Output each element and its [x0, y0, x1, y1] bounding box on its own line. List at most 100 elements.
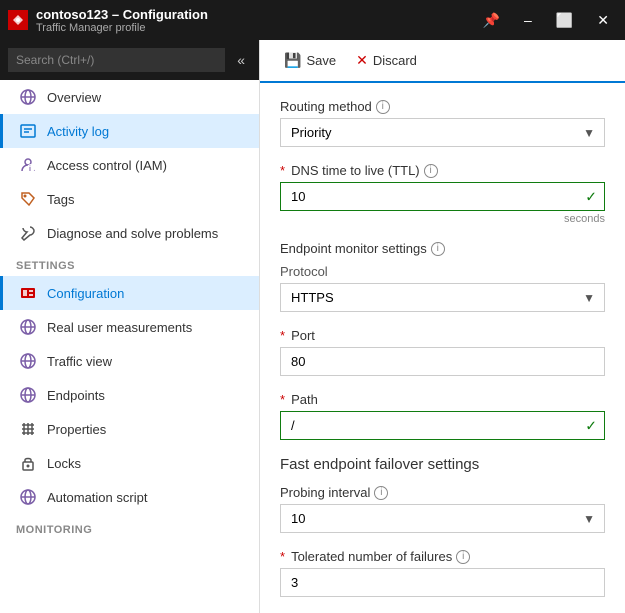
save-button[interactable]: 💾 Save — [276, 48, 344, 73]
configuration-label: Configuration — [47, 286, 124, 301]
path-label: Path — [291, 392, 318, 407]
save-icon: 💾 — [284, 52, 301, 69]
endpoint-monitor-label-row: Endpoint monitor settings i — [280, 241, 605, 256]
minimize-button[interactable]: – — [516, 8, 540, 33]
probing-interval-group: Probing interval i 10 30 ▼ — [280, 485, 605, 533]
discard-button[interactable]: ✕ Discard — [348, 48, 425, 73]
discard-icon: ✕ — [356, 52, 368, 69]
endpoint-monitor-group: Endpoint monitor settings i Protocol HTT… — [280, 241, 605, 312]
traffic-view-label: Traffic view — [47, 354, 112, 369]
sidebar-item-activity-log[interactable]: Activity log — [0, 114, 259, 148]
maximize-button[interactable]: ⬜ — [548, 8, 581, 33]
search-area: « — [0, 40, 259, 80]
sidebar-item-diagnose[interactable]: Diagnose and solve problems — [0, 216, 259, 250]
fast-failover-title: Fast endpoint failover settings — [280, 456, 605, 473]
path-required-marker: * — [280, 392, 285, 407]
dns-ttl-required-marker: * — [280, 163, 285, 178]
routing-method-select-wrapper: Priority Weighted Performance Geographic… — [280, 118, 605, 147]
title-bar: contoso123 – Configuration Traffic Manag… — [0, 0, 625, 40]
endpoints-icon — [19, 386, 37, 404]
properties-icon — [19, 420, 37, 438]
sidebar: « Overview — [0, 40, 260, 613]
sidebar-item-endpoints[interactable]: Endpoints — [0, 378, 259, 412]
sidebar-item-overview[interactable]: Overview — [0, 80, 259, 114]
path-input[interactable] — [280, 411, 605, 440]
sidebar-item-automation[interactable]: Automation script — [0, 480, 259, 514]
endpoint-monitor-label: Endpoint monitor settings — [280, 241, 427, 256]
overview-label: Overview — [47, 90, 101, 105]
probing-interval-select-wrapper: 10 30 ▼ — [280, 504, 605, 533]
sidebar-item-properties[interactable]: Properties — [0, 412, 259, 446]
wrench-icon — [19, 224, 37, 242]
automation-icon — [19, 488, 37, 506]
path-label-row: * Path — [280, 392, 605, 407]
sidebar-item-access-control[interactable]: i Access control (IAM) — [0, 148, 259, 182]
path-input-wrapper: ✓ — [280, 411, 605, 440]
locks-label: Locks — [47, 456, 81, 471]
tolerated-failures-required-marker: * — [280, 549, 285, 564]
lock-icon — [19, 454, 37, 472]
config-icon — [19, 284, 37, 302]
properties-label: Properties — [47, 422, 106, 437]
tags-label: Tags — [47, 192, 74, 207]
title-text: contoso123 – Configuration Traffic Manag… — [36, 7, 208, 34]
routing-method-select[interactable]: Priority Weighted Performance Geographic… — [280, 118, 605, 147]
sidebar-item-configuration[interactable]: Configuration — [0, 276, 259, 310]
routing-method-label: Routing method — [280, 99, 372, 114]
collapse-button[interactable]: « — [231, 50, 251, 70]
port-input[interactable] — [280, 347, 605, 376]
tolerated-failures-input[interactable] — [280, 568, 605, 597]
port-label: Port — [291, 328, 315, 343]
sidebar-item-tags[interactable]: Tags — [0, 182, 259, 216]
protocol-group: Protocol HTTP HTTPS TCP ▼ — [280, 264, 605, 312]
path-check-icon: ✓ — [585, 417, 597, 434]
dns-ttl-check-icon: ✓ — [585, 188, 597, 205]
traffic-view-icon — [19, 352, 37, 370]
app-title: contoso123 – Configuration — [36, 7, 208, 22]
title-bar-left: contoso123 – Configuration Traffic Manag… — [8, 7, 208, 34]
content-area: 💾 Save ✕ Discard Routing method i Priori… — [260, 40, 625, 613]
activity-log-label: Activity log — [47, 124, 109, 139]
endpoints-label: Endpoints — [47, 388, 105, 403]
activity-icon — [19, 122, 37, 140]
search-input[interactable] — [8, 48, 225, 72]
close-button[interactable]: ✕ — [589, 8, 617, 33]
toolbar: 💾 Save ✕ Discard — [260, 40, 625, 83]
probing-interval-info-icon[interactable]: i — [374, 486, 388, 500]
settings-section: SETTINGS Configuration — [0, 250, 259, 514]
endpoint-monitor-info-icon[interactable]: i — [431, 242, 445, 256]
monitoring-section: MONITORING — [0, 514, 259, 540]
rum-icon — [19, 318, 37, 336]
access-control-label: Access control (IAM) — [47, 158, 167, 173]
user-icon: i — [19, 156, 37, 174]
routing-method-info-icon[interactable]: i — [376, 100, 390, 114]
globe-icon — [19, 88, 37, 106]
sidebar-item-locks[interactable]: Locks — [0, 446, 259, 480]
dns-ttl-input[interactable] — [280, 182, 605, 211]
dns-ttl-group: * DNS time to live (TTL) i ✓ seconds — [280, 163, 605, 225]
dns-ttl-unit: seconds — [280, 213, 605, 225]
probing-interval-label-row: Probing interval i — [280, 485, 605, 500]
path-group: * Path ✓ — [280, 392, 605, 440]
routing-method-group: Routing method i Priority Weighted Perfo… — [280, 99, 605, 147]
nav-section-main: Overview Activity log — [0, 80, 259, 250]
tolerated-failures-info-icon[interactable]: i — [456, 550, 470, 564]
probing-interval-select[interactable]: 10 30 — [280, 504, 605, 533]
protocol-label: Protocol — [280, 264, 605, 279]
sidebar-item-real-user-measurements[interactable]: Real user measurements — [0, 310, 259, 344]
tolerated-failures-group: * Tolerated number of failures i — [280, 549, 605, 597]
protocol-select-wrapper: HTTP HTTPS TCP ▼ — [280, 283, 605, 312]
app-icon — [8, 10, 28, 30]
form-area: Routing method i Priority Weighted Perfo… — [260, 83, 625, 613]
diagnose-label: Diagnose and solve problems — [47, 226, 218, 241]
sidebar-item-traffic-view[interactable]: Traffic view — [0, 344, 259, 378]
dns-ttl-info-icon[interactable]: i — [424, 164, 438, 178]
real-user-label: Real user measurements — [47, 320, 192, 335]
routing-method-label-row: Routing method i — [280, 99, 605, 114]
svg-text:i: i — [29, 166, 31, 173]
protocol-select[interactable]: HTTP HTTPS TCP — [280, 283, 605, 312]
dns-ttl-label-row: * DNS time to live (TTL) i — [280, 163, 605, 178]
tolerated-failures-label-row: * Tolerated number of failures i — [280, 549, 605, 564]
tag-icon — [19, 190, 37, 208]
pin-button[interactable]: 📌 — [475, 8, 508, 33]
